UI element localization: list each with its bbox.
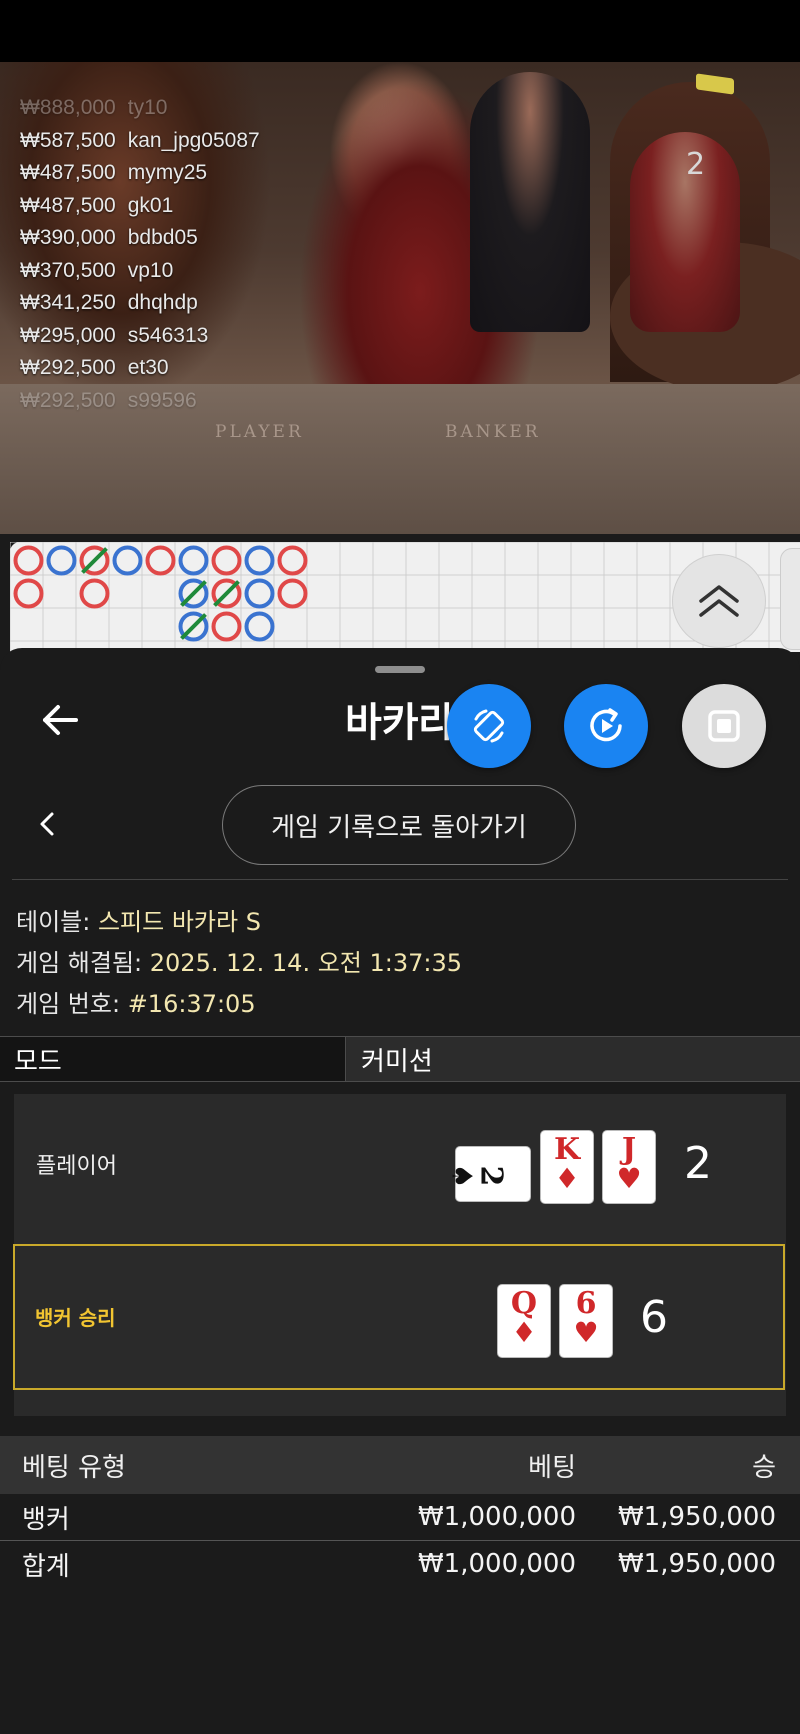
video-count: 2 <box>686 147 706 182</box>
stop-button[interactable] <box>682 684 766 768</box>
banker-card-1: Q ♦ <box>497 1284 551 1358</box>
header-bet: 베팅 <box>528 1452 576 1483</box>
mode-label: 모드 <box>0 1037 346 1081</box>
player-bead <box>244 578 275 609</box>
previous-button[interactable] <box>36 808 60 840</box>
banker-bead <box>277 578 308 609</box>
live-video[interactable]: PLAYER BANKER ₩888,000 ty10 ₩587,500 kan_j… <box>0 62 800 534</box>
banker-score: 6 <box>640 1292 668 1343</box>
sheet-handle[interactable] <box>375 666 425 673</box>
player-score: 2 <box>684 1138 712 1189</box>
table-print-banker: BANKER <box>445 422 541 442</box>
winners-list: ₩888,000 ty10 ₩587,500 kan_jpg05087 ₩487,5… <box>20 92 260 417</box>
chevron-left-icon <box>40 812 54 836</box>
winner-row: ₩487,500 gk01 <box>20 193 174 217</box>
double-chevron-up-icon <box>699 585 739 617</box>
round-info: 게임 번호: #16:37:05 <box>16 990 256 1018</box>
rotate-button[interactable] <box>447 684 531 768</box>
header-win: 승 <box>752 1452 776 1483</box>
player-bead <box>178 545 209 576</box>
background-dealer <box>470 72 590 332</box>
replay-button[interactable] <box>564 684 648 768</box>
result-panel: 플레이어 2 ♠ K ♦ J ♥ 2 뱅커 승리 Q ♦ 6 ♥ 6 <box>13 1094 786 1416</box>
header-bet-type: 베팅 유형 <box>22 1452 126 1483</box>
mode-row: 모드 커미션 <box>0 1036 800 1082</box>
roadmap-next-panel[interactable] <box>780 548 800 650</box>
player-bead <box>244 611 275 642</box>
status-bar <box>0 0 800 62</box>
game-history-sheet: 바카라 게임 기록으로 돌아가기 테이블: 스피드 바카라 S 게임 해결됨: … <box>0 648 800 1734</box>
expand-button[interactable] <box>672 554 766 648</box>
back-to-history-button[interactable]: 게임 기록으로 돌아가기 <box>222 785 576 865</box>
rotate-device-icon <box>473 709 505 743</box>
player-card-2: K ♦ <box>540 1130 594 1204</box>
page-title: 바카라 <box>345 700 456 746</box>
banker-winner-box: 뱅커 승리 Q ♦ 6 ♥ 6 <box>13 1244 785 1390</box>
replay-icon <box>590 708 622 742</box>
player-label: 플레이어 <box>36 1154 117 1179</box>
winner-row: ₩292,500 et30 <box>20 356 169 379</box>
banker-bead <box>79 578 110 609</box>
banker-bead <box>145 545 176 576</box>
mode-value: 커미션 <box>347 1037 800 1081</box>
background-dealer-right <box>630 132 740 332</box>
resolved-info: 게임 해결됨: 2025. 12. 14. 오전 1:37:35 <box>16 949 463 977</box>
player-bead <box>112 545 143 576</box>
player-bead <box>244 545 275 576</box>
banker-bead <box>277 545 308 576</box>
player-card-3: J ♥ <box>602 1130 656 1204</box>
banker-win-label: 뱅커 승리 <box>35 1306 116 1330</box>
banker-bead <box>211 611 242 642</box>
arrow-left-icon <box>43 705 78 735</box>
winner-row: ₩341,250 dhqhdp <box>20 291 198 314</box>
stop-icon <box>708 710 740 742</box>
table-row: 뱅커 ₩1,000,000 ₩1,950,000 <box>22 1502 776 1535</box>
winner-row: ₩390,000 bdbd05 <box>20 226 198 249</box>
winner-row: ₩487,500 mymy25 <box>20 161 208 184</box>
player-card-1: 2 ♠ <box>446 1146 531 1202</box>
bets-table-header: 베팅 유형 베팅 승 <box>0 1436 800 1494</box>
winner-row: ₩587,500 kan_jpg05087 <box>20 128 260 152</box>
table-info: 테이블: 스피드 바카라 S <box>16 908 261 936</box>
back-button[interactable] <box>40 700 80 740</box>
winner-row: ₩888,000 ty10 <box>20 96 168 119</box>
winner-row: ₩292,500 s99596 <box>20 388 197 412</box>
table-row: 합계 ₩1,000,000 ₩1,950,000 <box>22 1549 776 1582</box>
table-print-player: PLAYER <box>215 422 304 442</box>
banker-card-2: 6 ♥ <box>559 1284 613 1358</box>
banker-bead <box>13 545 44 576</box>
winner-row: ₩295,000 s546313 <box>20 323 209 347</box>
winner-row: ₩370,500 vp10 <box>20 258 174 282</box>
player-bead <box>46 545 77 576</box>
banker-bead <box>13 578 44 609</box>
banker-bead <box>211 545 242 576</box>
divider <box>12 879 788 880</box>
